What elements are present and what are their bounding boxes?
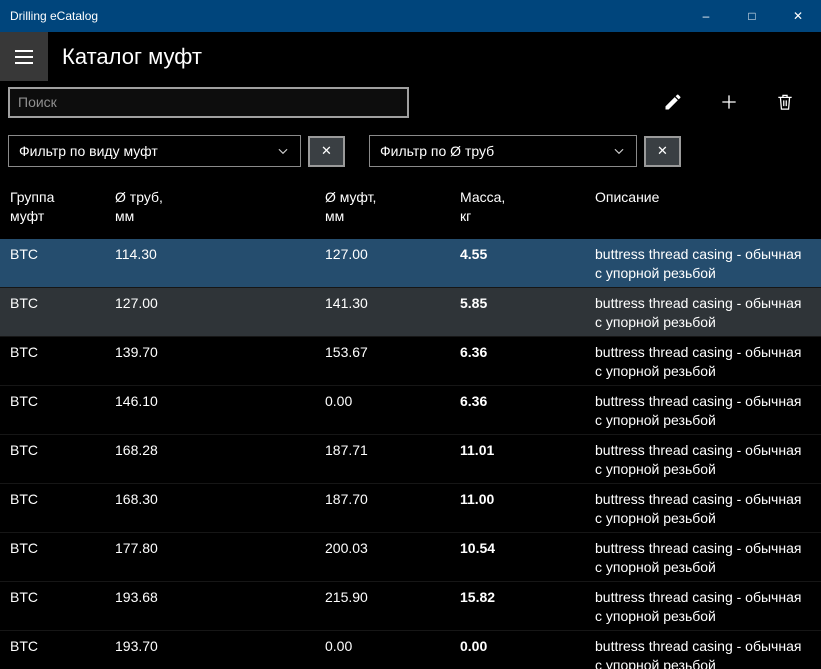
- table-row[interactable]: BTC 146.10 0.00 6.36 buttress thread cas…: [0, 386, 821, 435]
- cell-group: BTC: [10, 344, 38, 360]
- cell-coupling-diameter: 127.00: [325, 246, 368, 262]
- close-button[interactable]: ✕: [775, 0, 821, 32]
- cell-mass: 4.55: [460, 246, 488, 262]
- chevron-down-icon: [612, 144, 626, 158]
- minimize-button[interactable]: –: [683, 0, 729, 32]
- close-icon: ✕: [657, 143, 668, 158]
- cell-coupling-diameter: 0.00: [325, 638, 353, 654]
- pipe-diameter-filter-label: Фильтр по Ø труб: [380, 143, 495, 159]
- cell-mass: 10.54: [460, 540, 496, 556]
- table-row[interactable]: BTC 193.68 215.90 15.82 buttress thread …: [0, 582, 821, 631]
- cell-description: buttress thread casing - обычная с упорн…: [595, 540, 802, 575]
- hamburger-icon: [15, 55, 33, 58]
- cell-description: buttress thread casing - обычная с упорн…: [595, 344, 802, 379]
- table-row[interactable]: BTC 139.70 153.67 6.36 buttress thread c…: [0, 337, 821, 386]
- cell-description: buttress thread casing - обычная с упорн…: [595, 491, 802, 526]
- column-header-pipe-diameter: Ø труб, мм: [115, 189, 163, 224]
- table-header: Группа муфт Ø труб, мм Ø муфт, мм Масса,…: [0, 175, 821, 239]
- column-header-description: Описание: [595, 189, 660, 205]
- coupling-type-filter-label: Фильтр по виду муфт: [19, 143, 158, 159]
- delete-icon: [775, 92, 795, 112]
- table-row[interactable]: BTC 127.00 141.30 5.85 buttress thread c…: [0, 288, 821, 337]
- edit-button[interactable]: [653, 85, 693, 119]
- cell-coupling-diameter: 215.90: [325, 589, 368, 605]
- window-title: Drilling eCatalog: [10, 9, 99, 23]
- search-input[interactable]: [8, 86, 409, 118]
- cell-group: BTC: [10, 589, 38, 605]
- titlebar: Drilling eCatalog – □ ✕: [0, 0, 821, 32]
- toolbar: [0, 81, 821, 123]
- cell-pipe-diameter: 168.30: [115, 491, 158, 507]
- cell-coupling-diameter: 141.30: [325, 295, 368, 311]
- cell-description: buttress thread casing - обычная с упорн…: [595, 638, 802, 669]
- cell-group: BTC: [10, 295, 38, 311]
- cell-description: buttress thread casing - обычная с упорн…: [595, 393, 802, 428]
- maximize-button[interactable]: □: [729, 0, 775, 32]
- cell-group: BTC: [10, 540, 38, 556]
- cell-mass: 5.85: [460, 295, 488, 311]
- table-row[interactable]: BTC 193.70 0.00 0.00 buttress thread cas…: [0, 631, 821, 669]
- couplings-table: Группа муфт Ø труб, мм Ø муфт, мм Масса,…: [0, 175, 821, 669]
- cell-coupling-diameter: 0.00: [325, 393, 353, 409]
- table-body: BTC 114.30 127.00 4.55 buttress thread c…: [0, 239, 821, 669]
- clear-pipe-diameter-filter-button[interactable]: ✕: [644, 135, 681, 167]
- cell-pipe-diameter: 168.28: [115, 442, 158, 458]
- cell-description: buttress thread casing - обычная с упорн…: [595, 442, 802, 477]
- table-row[interactable]: BTC 177.80 200.03 10.54 buttress thread …: [0, 533, 821, 582]
- toolbar-icons: [653, 85, 813, 119]
- cell-pipe-diameter: 146.10: [115, 393, 158, 409]
- hamburger-icon: [15, 61, 33, 64]
- cell-group: BTC: [10, 638, 38, 654]
- app-header: Каталог муфт: [0, 32, 821, 81]
- cell-pipe-diameter: 139.70: [115, 344, 158, 360]
- cell-coupling-diameter: 187.71: [325, 442, 368, 458]
- column-header-mass: Масса, кг: [460, 189, 506, 224]
- clear-coupling-type-filter-button[interactable]: ✕: [308, 135, 345, 167]
- window-controls: – □ ✕: [683, 0, 821, 32]
- cell-pipe-diameter: 127.00: [115, 295, 158, 311]
- cell-coupling-diameter: 200.03: [325, 540, 368, 556]
- cell-coupling-diameter: 153.67: [325, 344, 368, 360]
- cell-mass: 11.01: [460, 442, 495, 458]
- table-row[interactable]: BTC 114.30 127.00 4.55 buttress thread c…: [0, 239, 821, 288]
- cell-group: BTC: [10, 491, 38, 507]
- chevron-down-icon: [276, 144, 290, 158]
- cell-description: buttress thread casing - обычная с упорн…: [595, 589, 802, 624]
- edit-icon: [663, 92, 683, 112]
- cell-coupling-diameter: 187.70: [325, 491, 368, 507]
- filters-row: Фильтр по виду муфт ✕ Фильтр по Ø труб ✕: [0, 123, 821, 175]
- table-row[interactable]: BTC 168.28 187.71 11.01 buttress thread …: [0, 435, 821, 484]
- cell-description: buttress thread casing - обычная с упорн…: [595, 295, 802, 330]
- cell-group: BTC: [10, 246, 38, 262]
- coupling-type-filter-dropdown[interactable]: Фильтр по виду муфт: [8, 135, 301, 167]
- cell-pipe-diameter: 193.68: [115, 589, 158, 605]
- delete-button[interactable]: [765, 85, 805, 119]
- page-title: Каталог муфт: [62, 43, 202, 69]
- cell-mass: 6.36: [460, 393, 488, 409]
- pipe-diameter-filter-dropdown[interactable]: Фильтр по Ø труб: [369, 135, 637, 167]
- hamburger-icon: [15, 49, 33, 52]
- close-icon: ✕: [321, 143, 332, 158]
- cell-group: BTC: [10, 442, 38, 458]
- column-header-coupling-diameter: Ø муфт, мм: [325, 189, 377, 224]
- cell-description: buttress thread casing - обычная с упорн…: [595, 246, 802, 281]
- table-row[interactable]: BTC 168.30 187.70 11.00 buttress thread …: [0, 484, 821, 533]
- cell-mass: 6.36: [460, 344, 488, 360]
- cell-pipe-diameter: 193.70: [115, 638, 158, 654]
- hamburger-menu-button[interactable]: [0, 32, 48, 81]
- cell-pipe-diameter: 177.80: [115, 540, 158, 556]
- add-icon: [719, 92, 739, 112]
- add-button[interactable]: [709, 85, 749, 119]
- cell-mass: 11.00: [460, 491, 495, 507]
- cell-mass: 0.00: [460, 638, 488, 654]
- cell-group: BTC: [10, 393, 38, 409]
- cell-pipe-diameter: 114.30: [115, 246, 157, 262]
- cell-mass: 15.82: [460, 589, 496, 605]
- column-header-group: Группа муфт: [10, 189, 55, 224]
